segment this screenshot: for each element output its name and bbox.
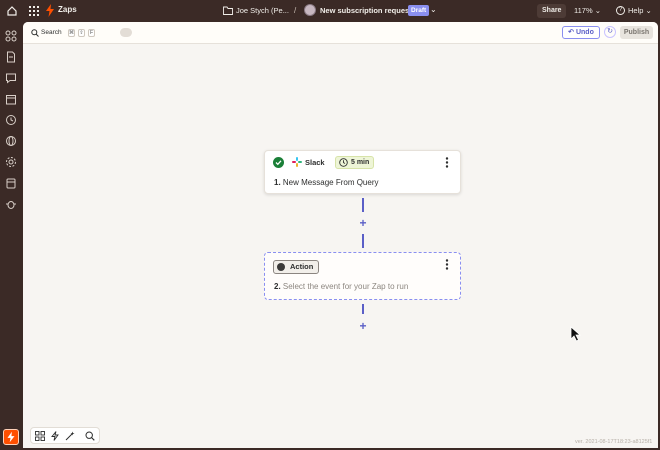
connector-line [362,198,364,212]
version-label: ver. 2021-08-17T18:23-a8125f1 [575,439,653,445]
step-title: 1. New Message From Query [274,178,379,187]
editor-canvas[interactable]: Search ⌘ ⇧ F ↶ Undo ↻ Publish Slack 5 mi… [23,22,658,448]
add-step-plus-icon[interactable]: + [357,217,369,229]
polling-time-badge: 5 min [335,156,375,169]
help-dropdown[interactable]: Help ⌄ [628,6,652,15]
search-icon[interactable] [31,29,39,37]
version-history-icon[interactable]: ↻ [604,26,616,38]
zoom-dropdown[interactable]: 117% ⌄ [574,6,601,15]
trigger-step-card[interactable]: Slack 5 min 1. New Message From Query [264,150,461,194]
check-circle-icon [273,157,284,168]
step-number: 1. [274,178,281,187]
step-title-text: New Message From Query [282,178,379,187]
zap-name[interactable]: New subscription request [320,6,412,15]
step-title-text: Select the event for your Zap to run [282,282,409,291]
folder-breadcrumb[interactable]: Joe Stych (Pe... [236,6,289,15]
chevron-down-icon[interactable]: ⌄ [430,5,437,14]
avatar [304,4,316,16]
bug-icon[interactable] [5,198,17,210]
action-chip[interactable]: Action [273,260,320,274]
calendar-icon[interactable] [5,93,17,105]
time-label: 5 min [351,159,370,166]
step-title: 2. Select the event for your Zap to run [274,282,408,291]
apps-icon[interactable] [35,431,45,441]
home-icon[interactable] [6,5,18,17]
publish-button[interactable]: Publish [620,26,653,39]
bolt-icon[interactable] [50,431,60,441]
left-rail [0,22,23,450]
draft-badge: Draft [408,5,430,16]
shortcut-key: F [88,29,95,37]
zapier-logo-icon[interactable] [3,429,19,445]
search-icon[interactable] [85,431,95,441]
wand-icon[interactable] [65,431,75,441]
undo-icon: ↶ [568,29,575,36]
canvas-tools [30,427,100,444]
zoom-label: 117% [574,6,593,15]
add-step-plus-icon[interactable]: + [357,320,369,332]
action-chip-label: Action [290,262,314,271]
step-number: 2. [274,282,281,291]
chat-icon[interactable] [5,72,17,84]
grid-icon[interactable] [29,6,39,16]
app-name: Slack [305,158,325,167]
undo-label: Undo [575,29,594,36]
shortcut-key: ⇧ [78,29,85,37]
editor-toolbar: Search ⌘ ⇧ F ↶ Undo ↻ Publish [23,22,658,44]
history-icon[interactable] [5,114,17,126]
clock-icon [339,158,348,167]
archive-icon[interactable] [5,177,17,189]
connector-line [362,234,364,248]
top-bar: Zaps Joe Stych (Pe... / New subscription… [0,0,660,22]
file-icon[interactable] [5,51,17,63]
help-icon[interactable]: ? [616,6,625,15]
mouse-cursor-icon [570,326,582,342]
undo-button[interactable]: ↶ Undo [562,26,600,39]
breadcrumb-separator: / [294,6,297,15]
toggle-switch[interactable] [120,28,132,37]
search-label[interactable]: Search [41,29,62,36]
action-step-card[interactable]: Action 2. Select the event for your Zap … [264,252,461,300]
help-label: Help [628,6,644,15]
globe-icon[interactable] [5,135,17,147]
settings-icon[interactable] [5,156,17,168]
app-title[interactable]: Zaps [58,5,77,14]
share-button[interactable]: Share [537,4,567,18]
slack-icon [292,157,302,167]
more-vertical-icon[interactable] [445,157,449,168]
zap-bolt-icon [46,4,54,17]
action-icon [277,263,285,271]
apps-icon[interactable] [5,30,17,42]
folder-icon [223,6,233,15]
connector-line [362,304,364,314]
more-vertical-icon[interactable] [445,259,449,270]
shortcut-key: ⌘ [68,29,75,37]
